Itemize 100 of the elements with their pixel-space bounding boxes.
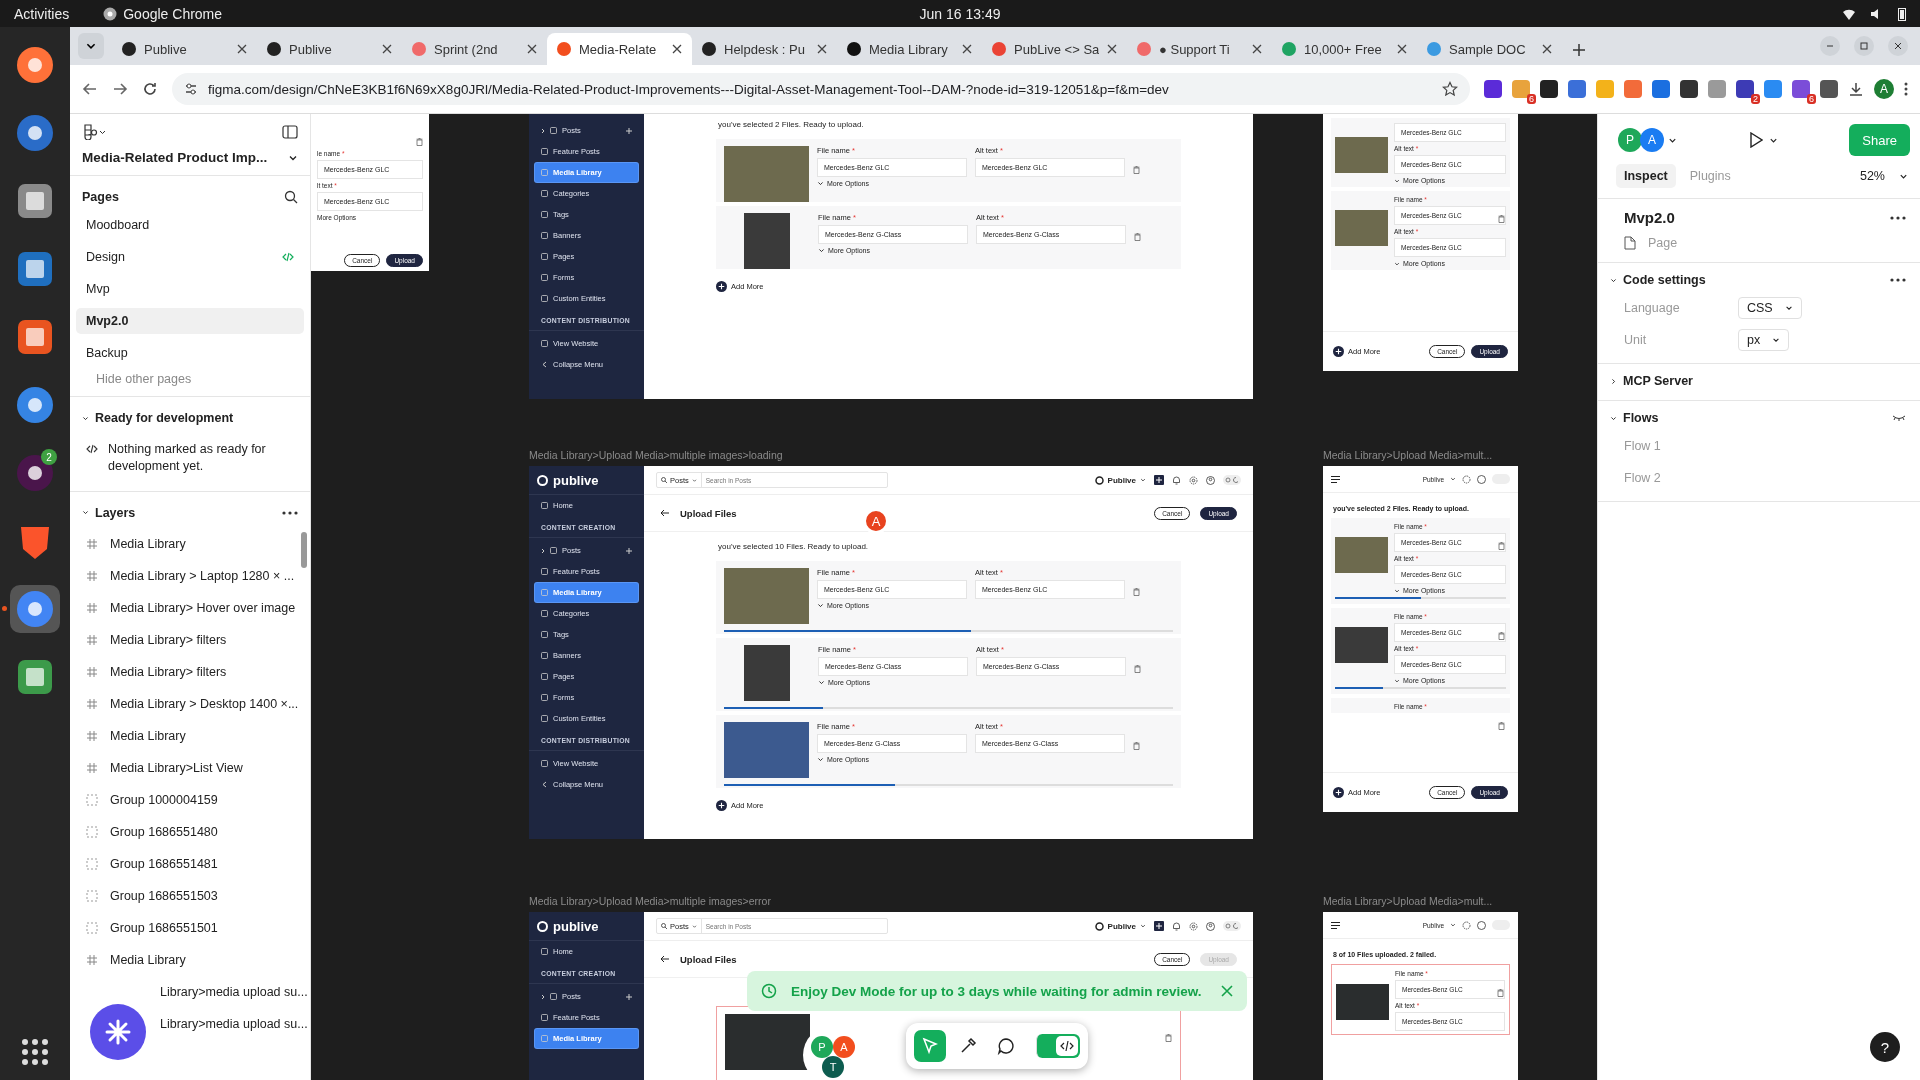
sidebar-toggle-icon[interactable] [282,125,298,139]
add-icon[interactable] [1154,475,1164,485]
settings-icon[interactable] [1462,474,1471,484]
section-title[interactable]: Flows [1623,411,1659,425]
layer-item[interactable]: Group 1686551501 [76,911,304,944]
page-item[interactable]: Mvp [76,276,304,302]
activities-button[interactable]: Activities [14,5,70,22]
layer-item[interactable]: Media Library [76,527,304,560]
menu-icon[interactable] [1904,81,1908,97]
trash-icon[interactable] [1497,989,1504,997]
settings-icon[interactable] [1189,921,1198,931]
browser-tab[interactable]: Publive [257,33,402,65]
close-icon[interactable] [1542,44,1552,54]
layer-item[interactable]: Group 1686551503 [76,879,304,912]
org-switcher[interactable]: Publive [1094,921,1146,931]
app-menu[interactable]: Google Chrome [123,5,223,22]
trash-icon[interactable] [1133,742,1140,750]
browser-tab[interactable]: Sample DOC [1417,33,1562,65]
trash-icon[interactable] [1133,588,1140,596]
extension-icon[interactable] [1540,80,1558,98]
more-icon[interactable] [282,510,298,515]
extension-icon[interactable] [1680,80,1698,98]
trash-icon[interactable] [1165,1034,1172,1042]
browser-tab[interactable]: 10,000+ Free [1272,33,1417,65]
browser-tab[interactable]: Media Library [837,33,982,65]
frame-label[interactable]: Media Library>Upload Media>multiple images>loading [529,449,783,461]
close-icon[interactable] [1893,41,1903,51]
settings-icon[interactable] [1462,920,1471,930]
hide-pages-link[interactable]: Hide other pages [76,372,304,388]
download-icon[interactable] [1848,81,1864,97]
layer-item[interactable]: Group 1000004159 [76,783,304,816]
theme-toggle-icon[interactable] [1223,921,1241,931]
close-icon[interactable] [817,44,827,54]
clock[interactable]: Jun 16 13:49 [919,5,1001,22]
layer-item[interactable]: Media Library [76,943,304,976]
browser-tab[interactable]: Media-Relate [547,33,692,65]
scrollbar-thumb[interactable] [301,531,307,568]
section-title[interactable]: Ready for development [95,411,234,425]
org-switcher[interactable]: Publive [1094,475,1146,485]
closed-eye-icon[interactable] [1892,414,1906,422]
trash-icon[interactable] [1498,215,1505,223]
close-icon[interactable] [672,44,682,54]
close-icon[interactable] [1252,44,1262,54]
bell-icon[interactable] [1172,475,1181,485]
trash-icon[interactable] [1498,542,1505,550]
layer-item[interactable]: Media Library> Hover over image [76,591,304,624]
user-icon[interactable] [1206,475,1215,485]
add-icon[interactable] [1154,921,1164,931]
layer-item[interactable]: Media Library > Laptop 1280 × ... [76,559,304,592]
page-item[interactable]: Design [76,244,304,270]
section-title[interactable]: Layers [95,505,136,520]
menu-icon[interactable] [1331,921,1340,929]
user-icon[interactable] [1477,474,1486,484]
close-icon[interactable] [962,44,972,54]
more-icon[interactable] [1890,215,1906,220]
frame-label[interactable]: Media Library>Upload Media>mult... [1323,449,1493,461]
setting-dropdown[interactable]: CSS [1738,297,1802,319]
layer-item[interactable]: Media Library>List View [76,751,304,784]
menu-icon[interactable] [1331,475,1340,483]
layer-item[interactable]: Media Library [76,719,304,752]
back-arrow-icon[interactable] [660,509,670,517]
extension-icon[interactable] [1512,80,1530,98]
trash-icon[interactable] [1134,233,1141,241]
avatar[interactable]: A [1640,128,1664,152]
site-settings-icon[interactable] [184,82,198,96]
star-icon[interactable] [1442,81,1458,97]
frame-label[interactable]: Media Library>Upload Media>multiple images>error [529,895,771,907]
trash-icon[interactable] [1134,665,1141,673]
figma-menu-icon[interactable] [82,124,108,140]
reload-icon[interactable] [142,81,158,97]
section-title[interactable]: MCP Server [1623,374,1693,388]
close-icon[interactable] [1107,44,1117,54]
section-title[interactable]: Code settings [1623,273,1706,287]
battery-icon[interactable] [1898,6,1906,21]
forward-arrow-icon[interactable] [112,81,128,97]
browser-tab[interactable]: Publive [112,33,257,65]
layer-item[interactable]: Media Library > Desktop 1400 ×... [76,687,304,720]
new-tab-icon[interactable] [1572,43,1586,57]
layer-item[interactable]: Media Library> filters [76,623,304,656]
close-icon[interactable] [382,44,392,54]
settings-icon[interactable] [1189,475,1198,485]
close-icon[interactable] [527,44,537,54]
app-grid-icon[interactable] [21,1038,49,1066]
dev-mode-toggle[interactable] [1036,1034,1080,1058]
browser-tab[interactable]: ● Support Ti [1127,33,1272,65]
profile-avatar[interactable]: A [1874,79,1894,99]
frame-label[interactable]: Media Library>Upload Media>mult... [1323,895,1493,907]
page-item[interactable]: Backup [76,340,304,366]
extension-icon[interactable] [1820,80,1838,98]
extension-icon[interactable] [1736,80,1754,98]
plus-icon[interactable] [626,547,632,554]
browser-tab[interactable]: PubLive <> Sa [982,33,1127,65]
extension-icon[interactable] [1484,80,1502,98]
browser-tab[interactable]: Helpdesk : Pu [692,33,837,65]
page-item[interactable]: Moodboard [76,212,304,238]
page-item[interactable]: Mvp2.0 [76,308,304,334]
layer-item[interactable]: Group 1686551481 [76,847,304,880]
tab-search-button[interactable] [78,33,104,59]
play-icon[interactable] [1748,132,1763,148]
search-icon[interactable] [284,190,298,204]
